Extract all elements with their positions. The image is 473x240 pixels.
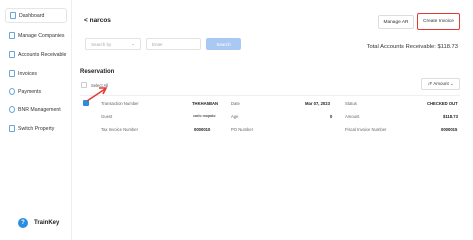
main-content: < narcos Manage AR Create Invoice Search…	[72, 0, 473, 240]
chevron-down-icon: ⌄	[131, 41, 135, 46]
sidebar-item-accounts-receivable[interactable]: Accounts Receivable	[5, 47, 67, 62]
reservation-title: Reservation	[80, 69, 115, 75]
document-icon	[9, 70, 15, 77]
search-input[interactable]: Enter	[146, 38, 201, 50]
total-receivable: Total Accounts Receivable: $118.73	[366, 44, 458, 50]
amount-value: $118.73	[443, 114, 458, 119]
create-invoice-button[interactable]: Create Invoice	[417, 13, 460, 30]
po-number-label: PO Number	[231, 127, 254, 132]
search-button[interactable]: Search	[206, 38, 241, 50]
sidebar-item-label: Switch Property	[18, 125, 55, 132]
back-link[interactable]: < narcos	[84, 17, 111, 24]
sidebar-item-label: Payments	[18, 88, 42, 95]
manage-ar-button[interactable]: Manage AR	[378, 15, 414, 29]
age-label: Age	[231, 114, 239, 119]
status-value: CHECKED OUT	[427, 101, 458, 106]
document-icon	[9, 125, 15, 132]
tax-invoice-value: 0000010	[194, 127, 211, 132]
brand-name: TrainKey	[34, 220, 60, 226]
brand-icon: ?	[18, 218, 28, 228]
transaction-number-value: THKHA5BAN	[192, 101, 219, 106]
search-input-placeholder: Enter	[152, 41, 163, 47]
sidebar-item-dashboard[interactable]: Dashboard	[5, 8, 67, 23]
search-by-placeholder: Search by	[91, 41, 112, 47]
divider	[80, 95, 460, 96]
sidebar-item-label: Manage Companies	[18, 32, 65, 39]
document-icon	[9, 51, 15, 58]
payments-icon	[9, 88, 15, 95]
amount-label: Amount	[345, 114, 360, 119]
sidebar-item-label: Invoices	[18, 70, 38, 77]
fiscal-invoice-label: Fiscal Invoice Number	[345, 127, 387, 132]
sidebar-item-manage-companies[interactable]: Manage Companies	[5, 28, 67, 43]
sidebar-item-label: Dashboard	[19, 12, 45, 19]
sidebar: Dashboard Manage Companies Accounts Rece…	[0, 0, 72, 240]
wrench-icon	[9, 106, 15, 113]
red-arrow-annotation	[86, 87, 108, 102]
sidebar-item-bnr-management[interactable]: BNR Management	[5, 102, 67, 117]
fiscal-invoice-value: 0000015	[441, 127, 458, 132]
sidebar-item-switch-property[interactable]: Switch Property	[5, 121, 67, 136]
age-value: 0	[330, 114, 333, 119]
document-icon	[10, 12, 16, 19]
tax-invoice-label: Tax Invoice Number	[101, 127, 139, 132]
sort-amount-dropdown[interactable]: ↓F Amount ⌄	[421, 78, 460, 90]
date-label: Date	[231, 101, 240, 106]
search-by-select[interactable]: Search by ⌄	[85, 38, 141, 50]
document-icon	[9, 32, 15, 39]
brand-logo: ? TrainKey	[18, 218, 59, 228]
sidebar-item-label: Accounts Receivable	[18, 51, 67, 58]
date-value: Mar 07, 2023	[305, 101, 330, 106]
guest-value: carlo mopato	[193, 114, 216, 118]
sidebar-item-payments[interactable]: Payments	[5, 84, 67, 99]
sidebar-item-invoices[interactable]: Invoices	[5, 66, 67, 81]
status-label: Status	[345, 101, 357, 106]
sidebar-item-label: BNR Management	[18, 106, 61, 113]
guest-label: Guest	[101, 114, 113, 119]
